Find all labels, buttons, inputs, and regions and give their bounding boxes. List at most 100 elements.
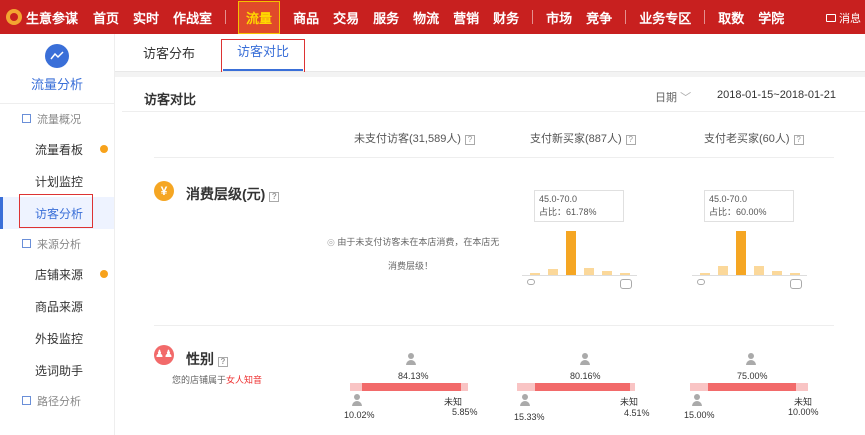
people-icon: ♟♟ xyxy=(154,345,174,365)
date-range: 2018-01-15~2018-01-21 xyxy=(717,89,836,101)
sidebar-item-label: 计划监控 xyxy=(35,174,84,189)
sidebar-item-label: 选词助手 xyxy=(35,363,84,378)
consumption-bar[interactable] xyxy=(584,267,594,275)
sidebar-item-label: 外投监控 xyxy=(35,331,84,346)
male-icon xyxy=(520,394,530,406)
message-label: 消息 xyxy=(839,13,861,25)
tab-visitor-comparison[interactable]: 访客对比 xyxy=(221,39,306,73)
sidebar-item-label: 流量看板 xyxy=(35,142,84,157)
bar-chart-new-buyer xyxy=(522,229,637,275)
nav-war-room[interactable]: 作战室 xyxy=(173,8,212,27)
nav-business-zone[interactable]: 业务专区 xyxy=(639,8,691,27)
gender-bar xyxy=(690,383,808,391)
coin-stack-icon xyxy=(620,279,632,289)
nav-marketing[interactable]: 营销 xyxy=(453,8,479,27)
coin-stack-icon xyxy=(790,279,802,289)
male-percent: 10.02% xyxy=(344,410,375,420)
date-selector[interactable]: 日期 ﹀ xyxy=(655,89,691,105)
brand-icon xyxy=(6,9,22,25)
nav-data-fetch[interactable]: 取数 xyxy=(718,8,744,27)
gender-segment-unknown[interactable] xyxy=(461,383,468,391)
nav-traffic[interactable]: 流量 xyxy=(238,0,281,34)
new-dot-icon xyxy=(100,270,108,278)
help-icon[interactable]: ? xyxy=(464,135,475,145)
panel-title: 访客对比 xyxy=(144,92,197,107)
help-icon[interactable]: ? xyxy=(625,135,636,145)
nav-service[interactable]: 服务 xyxy=(373,8,399,27)
sidebar-item-visitor-analysis[interactable]: 访客分析 xyxy=(0,194,114,229)
sidebar-item-plan-monitor[interactable]: 计划监控 xyxy=(0,165,114,197)
help-icon[interactable]: ? xyxy=(793,135,804,145)
gender-bar xyxy=(517,383,635,391)
female-icon xyxy=(580,353,590,365)
sidebar-item-traffic-board[interactable]: 流量看板 xyxy=(0,133,114,165)
sidebar-item-shop-source[interactable]: 店铺来源 xyxy=(0,258,114,290)
main-panel: 访客对比 日期 ﹀ 2018-01-15~2018-01-21 未支付访客(31… xyxy=(122,77,865,435)
nav-competition[interactable]: 竞争 xyxy=(586,8,612,27)
nav-trade[interactable]: 交易 xyxy=(333,8,359,27)
nav-finance[interactable]: 财务 xyxy=(493,8,519,27)
female-percent: 80.16% xyxy=(570,371,601,381)
gender-segment-unknown[interactable] xyxy=(629,383,635,391)
column-label: 未支付访客(31,589人) xyxy=(354,133,461,145)
group-icon xyxy=(22,239,31,248)
consumption-note: ◎ 由于未支付访客未在本店消费，在本店无 xyxy=(327,235,499,248)
coin-low-icon xyxy=(697,279,705,285)
male-icon xyxy=(692,394,702,406)
gender-title: 性别? xyxy=(186,349,228,369)
gender-segment-female[interactable] xyxy=(707,383,797,391)
consumption-bar[interactable] xyxy=(566,231,576,275)
help-icon[interactable]: ? xyxy=(269,192,280,202)
info-icon: ◎ xyxy=(327,237,338,247)
sidebar-item-external-monitor[interactable]: 外投监控 xyxy=(0,322,114,354)
yen-icon: ¥ xyxy=(154,181,174,201)
unknown-percent: 10.00% xyxy=(788,407,819,417)
nav-academy[interactable]: 学院 xyxy=(758,8,784,27)
nav-market[interactable]: 市场 xyxy=(546,8,572,27)
highlight-box xyxy=(19,194,93,228)
tab-bar: 访客分布 访客对比 xyxy=(115,34,865,73)
nav-product[interactable]: 商品 xyxy=(293,8,319,27)
consumption-bar[interactable] xyxy=(736,231,746,275)
sidebar-group-source: 来源分析 xyxy=(0,229,114,258)
traffic-chart-icon xyxy=(45,44,69,68)
gender-segment-unknown[interactable] xyxy=(796,383,808,391)
gender-segment-male[interactable] xyxy=(350,383,362,391)
unknown-percent: 4.51% xyxy=(624,408,650,418)
female-icon xyxy=(746,353,756,365)
nav-logistics[interactable]: 物流 xyxy=(413,8,439,27)
gender-segment-female[interactable] xyxy=(535,383,630,391)
subtitle-prefix: 您的店铺属于 xyxy=(172,375,227,385)
sidebar-item-label: 店铺来源 xyxy=(35,267,84,282)
female-percent: 84.13% xyxy=(398,371,429,381)
chart-baseline xyxy=(522,275,637,276)
sidebar-group-label: 路径分析 xyxy=(37,395,81,408)
tooltip-range: 45.0-70.0 xyxy=(709,194,748,204)
column-header-new-buyer: 支付新买家(887人)? xyxy=(530,130,636,146)
unknown-percent: 5.85% xyxy=(452,407,478,417)
section-title-text: 消费层级(元) xyxy=(186,186,266,202)
female-percent: 75.00% xyxy=(737,371,768,381)
nav-realtime[interactable]: 实时 xyxy=(133,8,159,27)
gender-segment-female[interactable] xyxy=(361,383,462,391)
consumption-note-2: 消费层级！ xyxy=(388,261,434,271)
help-icon[interactable]: ? xyxy=(218,357,228,367)
consumption-bar[interactable] xyxy=(718,266,728,275)
tab-visitor-distribution[interactable]: 访客分布 xyxy=(129,43,209,71)
female-icon xyxy=(406,353,416,365)
chevron-down-icon: ﹀ xyxy=(680,92,692,104)
divider xyxy=(154,325,834,326)
date-label: 日期 xyxy=(655,92,677,104)
gender-segment-male[interactable] xyxy=(690,383,708,391)
nav-home[interactable]: 首页 xyxy=(93,8,119,27)
column-label: 支付新买家(887人) xyxy=(530,133,622,145)
message-button[interactable]: 消息 xyxy=(826,10,861,26)
brand-logo[interactable]: 生意参谋 xyxy=(6,8,86,27)
message-icon xyxy=(826,14,836,22)
sidebar-item-product-source[interactable]: 商品来源 xyxy=(0,290,114,322)
gender-segment-male[interactable] xyxy=(517,383,536,391)
sidebar-item-keyword-helper[interactable]: 选词助手 xyxy=(0,354,114,386)
consumption-bar[interactable] xyxy=(754,266,764,275)
sidebar-title: 流量分析 xyxy=(30,77,83,92)
tooltip-share: 占比：61.78% xyxy=(539,207,597,217)
